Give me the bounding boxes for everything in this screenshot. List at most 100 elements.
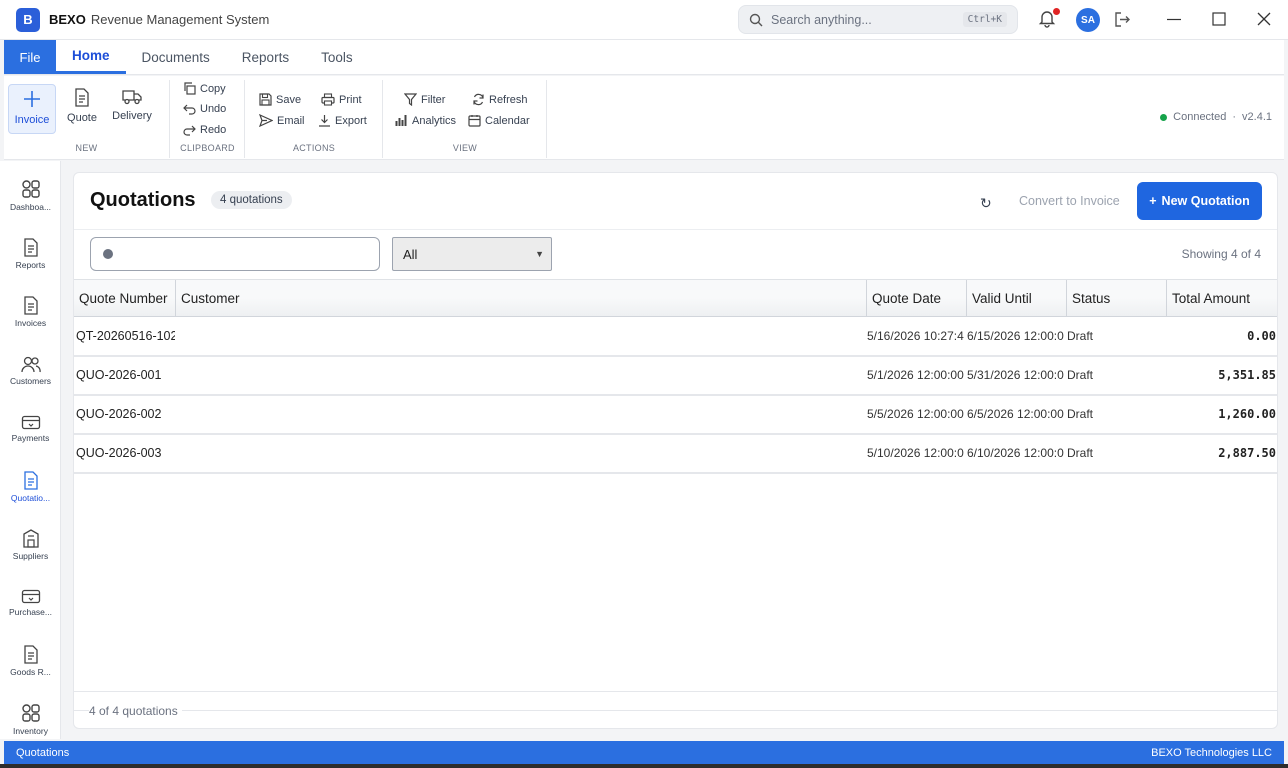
column-header-customer[interactable]: Customer [176,280,867,317]
filter-button[interactable]: Filter [404,93,445,106]
new-delivery-button[interactable]: Delivery [108,84,156,134]
taskbar-strip [0,764,1288,768]
new-invoice-label: Invoice [14,114,50,126]
calendar-button[interactable]: Calendar [468,114,530,127]
table-footer: 4 of 4 quotations [74,691,1277,728]
new-quotation-button[interactable]: + New Quotation [1137,182,1262,220]
analytics-label: Analytics [412,114,457,127]
email-label: Email [277,114,305,127]
app-logo: B [16,7,40,32]
column-header-quote-date[interactable]: Quote Date [867,280,967,317]
status-bar-right: BEXO Technologies LLC [1151,746,1272,759]
page-title: Quotations [90,189,196,211]
undo-label: Undo [200,103,227,115]
new-quote-button[interactable]: Quote [58,84,106,134]
copy-button[interactable]: Copy [183,82,226,95]
sidebar-label: Goods R... [10,667,51,677]
app-subtitle: Revenue Management System [90,12,270,27]
sidebar-item-dashboard[interactable]: Dashboa... [0,179,61,231]
convert-to-invoice-button[interactable]: Convert to Invoice [1019,194,1120,208]
column-header-quote-number[interactable]: Quote Number [74,280,176,317]
save-button[interactable]: Save [259,93,301,106]
undo-button[interactable]: Undo [183,103,226,115]
sidebar-item-invoices[interactable]: Invoices [0,296,61,348]
group-label-actions: ACTIONS [292,143,336,153]
logout-button[interactable] [1113,11,1131,31]
file-menu-button[interactable]: File [4,40,56,74]
undo-icon [183,104,196,115]
tab-reports[interactable]: Reports [226,40,305,74]
sidebar-label: Invoices [14,318,47,328]
sidebar-item-payments[interactable]: Payments [0,415,61,467]
cell-quote-date: 5/16/2026 10:27:4 [867,329,964,343]
export-label: Export [335,114,367,127]
divider [74,710,1277,711]
status-filter-select[interactable]: All ▼ [392,237,552,271]
refresh-icon [473,93,484,106]
sidebar-item-reports[interactable]: Reports [0,238,61,290]
connection-dot [1160,113,1168,121]
tab-tools[interactable]: Tools [305,40,369,74]
table-row[interactable]: QUO-2026-001 5/1/2026 12:00:00 5/31/2026… [74,356,1277,396]
sidebar-item-quotations[interactable]: Quotatio... [0,471,61,523]
sidebar-label: Reports [15,260,46,270]
table-header: Quote Number Customer Quote Date Valid U… [74,279,1277,317]
maximize-button[interactable] [1211,11,1227,30]
document-icon [23,238,38,257]
reload-button[interactable]: ↻ [980,195,992,212]
tab-documents[interactable]: Documents [126,40,226,74]
new-delivery-label: Delivery [112,110,152,122]
dashboard-icon [21,704,40,722]
group-label-view: VIEW [452,143,478,153]
refresh-button[interactable]: Refresh [472,93,528,106]
close-window-button[interactable] [1256,11,1272,30]
count-badge: 4 quotations [211,191,292,209]
quotation-search-input[interactable] [90,237,380,271]
column-header-total-amount[interactable]: Total Amount [1167,280,1277,317]
export-button[interactable]: Export [318,114,367,127]
table-row[interactable]: QT-20260516-102 5/16/2026 10:27:4 6/15/2… [74,317,1277,357]
cell-quote-number: QUO-2026-003 [76,446,162,460]
cell-quote-date: 5/5/2026 12:00:00 [867,407,964,421]
column-header-status[interactable]: Status [1067,280,1167,317]
table-row[interactable]: QUO-2026-002 5/5/2026 12:00:00 6/5/2026 … [74,395,1277,435]
ribbon-group-clipboard: Copy Undo Redo CLIPBOARD [171,80,245,158]
print-button[interactable]: Print [321,93,362,106]
plus-icon [24,91,40,107]
user-avatar[interactable]: SA [1076,8,1100,32]
table-row[interactable]: QUO-2026-003 5/10/2026 12:00:0 6/10/2026… [74,434,1277,474]
ribbon-group-view: Filter Refresh Analytics Calendar VIEW [384,80,547,158]
sidebar-item-goods-receipt[interactable]: Goods R... [0,645,61,697]
cell-customer [178,317,858,355]
global-search-input[interactable]: Search anything... Ctrl+K [738,5,1018,34]
ribbon-group-actions: Save Print Email Export ACTIONS [246,80,383,158]
status-bar-left: Quotations [16,746,70,759]
notifications-button[interactable] [1038,8,1060,31]
tab-home[interactable]: Home [56,40,126,74]
new-invoice-button[interactable]: Invoice [8,84,56,134]
status-bar: Quotations BEXO Technologies LLC [4,741,1284,764]
sidebar: Dashboa... Reports Invoices Customers Pa… [0,161,61,739]
quotations-panel: Quotations 4 quotations ↻ Convert to Inv… [73,172,1278,729]
ribbon-tab-bar: File Home Documents Reports Tools [4,40,1284,75]
sidebar-label: Purchase... [9,607,52,617]
minimize-button[interactable] [1166,11,1182,30]
sidebar-item-purchase[interactable]: Purchase... [0,589,61,641]
app-brand: BEXO [49,12,86,27]
bar-chart-icon [395,115,407,126]
sidebar-item-suppliers[interactable]: Suppliers [0,529,61,581]
download-icon [319,115,330,127]
divider [74,229,1277,230]
email-button[interactable]: Email [259,114,305,127]
analytics-button[interactable]: Analytics [395,114,456,127]
sidebar-label: Dashboa... [9,202,52,212]
ribbon-group-new: Invoice Quote Delivery NEW [4,80,170,158]
sidebar-item-customers[interactable]: Customers [0,356,61,408]
copy-label: Copy [200,82,226,95]
column-header-valid-until[interactable]: Valid Until [967,280,1067,317]
app-version: v2.4.1 [1242,111,1272,123]
dashboard-icon [21,180,40,198]
refresh-label: Refresh [489,93,528,106]
save-icon [259,93,272,106]
redo-button[interactable]: Redo [183,124,226,136]
